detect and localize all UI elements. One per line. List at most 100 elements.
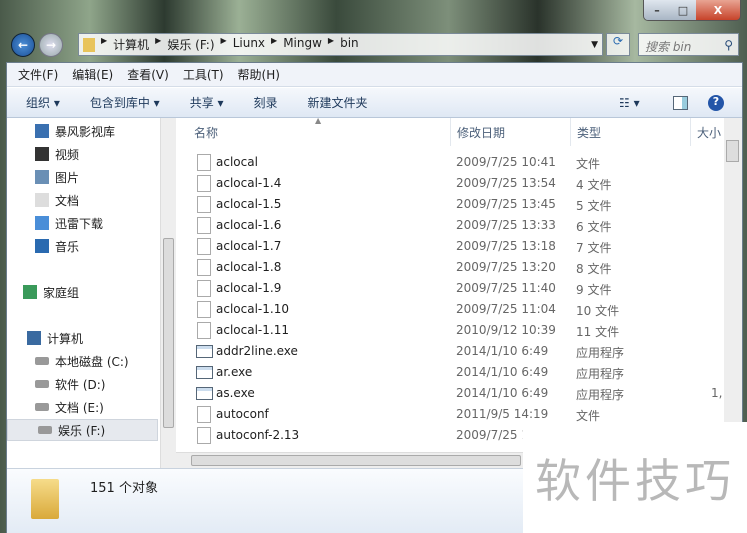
window-controls: – □ X	[643, 0, 741, 21]
file-date: 2009/7/25 13:18	[456, 239, 556, 253]
sidebar-item-label: 文档 (E:)	[55, 400, 104, 415]
file-icon	[197, 406, 211, 423]
column-size[interactable]: 大小	[691, 118, 726, 146]
menu-item[interactable]: 文件(F)	[18, 66, 58, 83]
forward-button[interactable]: →	[39, 33, 63, 57]
file-row[interactable]: addr2line.exe 2014/1/10 6:49 应用程序	[176, 341, 721, 362]
sidebar-scrollbar[interactable]	[160, 118, 176, 468]
picture-icon	[35, 170, 49, 184]
sidebar-item[interactable]: 文档 (E:)	[35, 396, 104, 418]
preview-pane-icon[interactable]	[673, 95, 688, 110]
file-name: aclocal-1.9	[216, 281, 282, 295]
sidebar-item[interactable]: 迅雷下载	[35, 212, 103, 234]
file-size: 1,	[711, 386, 723, 400]
sidebar-item-label: 计算机	[47, 331, 84, 346]
breadcrumb-arrow-icon[interactable]: ▶	[271, 36, 277, 53]
sidebar-item[interactable]: 图片	[35, 166, 79, 188]
file-date: 2009/7/25 11:04	[456, 302, 556, 316]
watermark: 软件技巧	[523, 422, 747, 533]
file-date: 2009/7/25 13:45	[456, 197, 556, 211]
file-row[interactable]: aclocal-1.4 2009/7/25 13:54 4 文件	[176, 173, 721, 194]
close-button[interactable]: X	[696, 0, 740, 20]
video-icon	[35, 147, 49, 161]
file-row[interactable]: aclocal-1.8 2009/7/25 13:20 8 文件	[176, 257, 721, 278]
toolbar-button[interactable]: 包含到库中 ▾	[90, 94, 160, 111]
file-icon	[197, 280, 211, 297]
sidebar-item[interactable]: 家庭组	[23, 281, 79, 303]
sort-arrow-icon: ▲	[315, 118, 322, 125]
address-bar[interactable]: ▶ 计算机 ▶ 娱乐 (F:) ▶ Liunx ▶ Mingw ▶ bin ▼	[78, 33, 603, 56]
list-scrollbar[interactable]	[724, 118, 742, 452]
file-row[interactable]: as.exe 2014/1/10 6:49 应用程序 1,	[176, 383, 723, 404]
help-icon[interactable]: ?	[708, 94, 724, 111]
file-icon	[197, 175, 211, 192]
file-date: 2009/7/25 13:20	[456, 260, 556, 274]
file-date: 2011/9/5 14:19	[456, 407, 549, 421]
sidebar-item[interactable]: 软件 (D:)	[35, 373, 105, 395]
file-list: 名称 修改日期 类型 大小 ▲ aclocal 2009/7/25 10:41 文件 a…	[176, 118, 742, 468]
breadcrumb-item[interactable]: Liunx	[233, 36, 265, 53]
sidebar-item[interactable]: 本地磁盘 (C:)	[35, 350, 129, 372]
column-date[interactable]: 修改日期	[451, 118, 571, 146]
folder-icon	[83, 38, 95, 52]
toolbar-button[interactable]: 共享 ▾	[190, 94, 224, 111]
file-name: aclocal-1.4	[216, 176, 282, 190]
file-row[interactable]: aclocal-1.9 2009/7/25 11:40 9 文件	[176, 278, 721, 299]
file-row[interactable]: aclocal-1.7 2009/7/25 13:18 7 文件	[176, 236, 721, 257]
file-row[interactable]: ar.exe 2014/1/10 6:49 应用程序	[176, 362, 721, 383]
back-button[interactable]: ←	[11, 33, 35, 57]
file-icon	[197, 217, 211, 234]
breadcrumb: ▶ 计算机 ▶ 娱乐 (F:) ▶ Liunx ▶ Mingw ▶ bin	[101, 36, 359, 53]
sidebar-item[interactable]: 音乐	[35, 235, 79, 257]
view-options-icon[interactable]: ☷ ▾	[619, 96, 640, 110]
file-type: 应用程序	[576, 367, 625, 381]
sidebar-item[interactable]: 视频	[35, 143, 79, 165]
refresh-button[interactable]: ⟳	[606, 33, 630, 56]
file-row[interactable]: aclocal-1.10 2009/7/25 11:04 10 文件	[176, 299, 721, 320]
file-icon	[197, 154, 211, 171]
horizontal-scrollbar[interactable]	[176, 452, 526, 468]
minimize-button[interactable]: –	[644, 0, 670, 20]
file-name: addr2line.exe	[216, 344, 298, 358]
sidebar-item[interactable]: 文档	[35, 189, 79, 211]
dropdown-icon[interactable]: ▼	[591, 40, 598, 50]
breadcrumb-arrow-icon[interactable]: ▶	[101, 36, 107, 53]
file-name: aclocal-1.7	[216, 239, 282, 253]
menu-item[interactable]: 帮助(H)	[238, 66, 280, 83]
maximize-button[interactable]: □	[670, 0, 696, 20]
menu-item[interactable]: 工具(T)	[183, 66, 224, 83]
file-row[interactable]: aclocal-1.6 2009/7/25 13:33 6 文件	[176, 215, 721, 236]
sidebar-item-label: 迅雷下载	[55, 216, 104, 231]
menu-item[interactable]: 编辑(E)	[72, 66, 113, 83]
file-type: 10 文件	[576, 304, 620, 318]
sidebar-item-label: 软件 (D:)	[55, 377, 106, 392]
file-type: 6 文件	[576, 220, 612, 234]
file-row[interactable]: aclocal-1.11 2010/9/12 10:39 11 文件	[176, 320, 721, 341]
breadcrumb-item[interactable]: Mingw	[283, 36, 322, 53]
toolbar-button[interactable]: 新建文件夹	[308, 94, 368, 111]
sidebar-item-label: 娱乐 (F:)	[58, 423, 106, 438]
column-type[interactable]: 类型	[571, 118, 691, 146]
sidebar-item[interactable]: 暴风影视库	[35, 120, 115, 142]
toolbar-button[interactable]: 组织 ▾	[26, 94, 60, 111]
search-input[interactable]: 搜索 bin ⚲	[638, 33, 739, 56]
file-name: ar.exe	[216, 365, 253, 379]
breadcrumb-item[interactable]: 娱乐 (F:)	[167, 36, 214, 53]
application-icon	[196, 387, 213, 400]
toolbar-button[interactable]: 刻录	[254, 94, 278, 111]
breadcrumb-arrow-icon[interactable]: ▶	[221, 36, 227, 53]
computer-icon	[27, 331, 41, 345]
breadcrumb-item[interactable]: 计算机	[113, 36, 149, 53]
breadcrumb-item[interactable]: bin	[340, 36, 359, 53]
sidebar-item[interactable]: 计算机	[27, 327, 83, 349]
file-icon	[197, 322, 211, 339]
file-row[interactable]: aclocal 2009/7/25 10:41 文件	[176, 152, 721, 173]
breadcrumb-arrow-icon[interactable]: ▶	[328, 36, 334, 53]
drive-icon	[38, 426, 52, 434]
breadcrumb-arrow-icon[interactable]: ▶	[155, 36, 161, 53]
sidebar-item[interactable]: 娱乐 (F:)	[7, 419, 158, 441]
file-row[interactable]: aclocal-1.5 2009/7/25 13:45 5 文件	[176, 194, 721, 215]
menu-item[interactable]: 查看(V)	[127, 66, 169, 83]
file-name: aclocal-1.8	[216, 260, 282, 274]
homegroup-icon	[23, 285, 37, 299]
